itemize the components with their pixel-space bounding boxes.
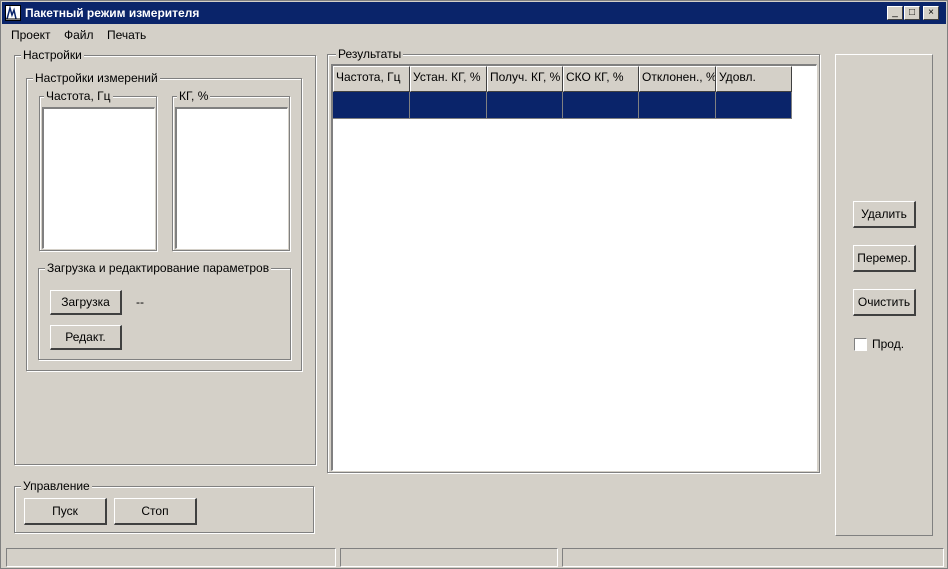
control-group-title: Управление [21,479,92,493]
column-header-received-kg[interactable]: Получ. КГ, % [487,66,563,92]
table-cell[interactable] [487,92,563,119]
menu-file[interactable]: Файл [64,28,94,42]
table-cell[interactable] [639,92,716,119]
status-panel-1 [6,548,336,567]
delete-button[interactable]: Удалить [853,201,916,228]
params-group-title: Загрузка и редактирование параметров [45,261,272,275]
menu-print[interactable]: Печать [107,28,146,42]
kg-list[interactable] [175,107,288,249]
measure-settings-group: Настройки измерений Частота, Гц КГ, % За… [26,71,302,371]
maximize-button[interactable]: □ [904,6,920,20]
control-group: Управление Пуск Стоп [14,479,314,533]
frequency-label: Частота, Гц [44,89,113,103]
table-cell[interactable] [563,92,639,119]
load-button[interactable]: Загрузка [50,290,122,315]
kg-label: КГ, % [177,89,211,103]
measure-settings-title: Настройки измерений [33,71,160,85]
frequency-group: Частота, Гц [39,89,157,251]
edit-button[interactable]: Редакт. [50,325,122,350]
params-group: Загрузка и редактирование параметров Заг… [38,261,291,360]
remeasure-button[interactable]: Перемер. [853,245,916,272]
status-panel-2 [340,548,558,567]
column-header-rms-kg[interactable]: СКО КГ, % [563,66,639,92]
table-cell[interactable] [716,92,792,119]
settings-group-title: Настройки [21,48,84,62]
settings-group: Настройки Настройки измерений Частота, Г… [14,48,316,465]
status-panel-3 [562,548,944,567]
clear-button[interactable]: Очистить [853,289,916,316]
minimize-button[interactable]: _ [887,6,903,20]
results-grid[interactable]: Частота, Гц Устан. КГ, % Получ. КГ, % СК… [331,64,817,471]
column-header-set-kg[interactable]: Устан. КГ, % [410,66,487,92]
column-header-frequency[interactable]: Частота, Гц [333,66,410,92]
menu-bar: Проект Файл Печать [2,25,946,45]
close-button[interactable]: × [923,6,939,20]
stop-button[interactable]: Стоп [114,498,197,525]
column-header-satisfactory[interactable]: Удовл. [716,66,792,92]
main-window: Пакетный режим измерителя _ □ × Проект Ф… [0,0,948,569]
results-group-title: Результаты [336,47,404,61]
column-header-deviation[interactable]: Отклонен., % [639,66,716,92]
table-cell[interactable] [410,92,487,119]
menu-project[interactable]: Проект [11,28,51,42]
app-icon [5,5,21,21]
kg-group: КГ, % [172,89,290,251]
start-button[interactable]: Пуск [24,498,107,525]
frequency-list[interactable] [42,107,155,249]
load-status-text: -- [136,295,144,309]
window-title: Пакетный режим измерителя [25,6,200,20]
title-bar[interactable]: Пакетный режим измерителя _ □ × [2,2,946,24]
table-cell[interactable] [333,92,410,119]
continue-checkbox[interactable] [854,338,867,351]
continue-label[interactable]: Прод. [872,337,904,351]
